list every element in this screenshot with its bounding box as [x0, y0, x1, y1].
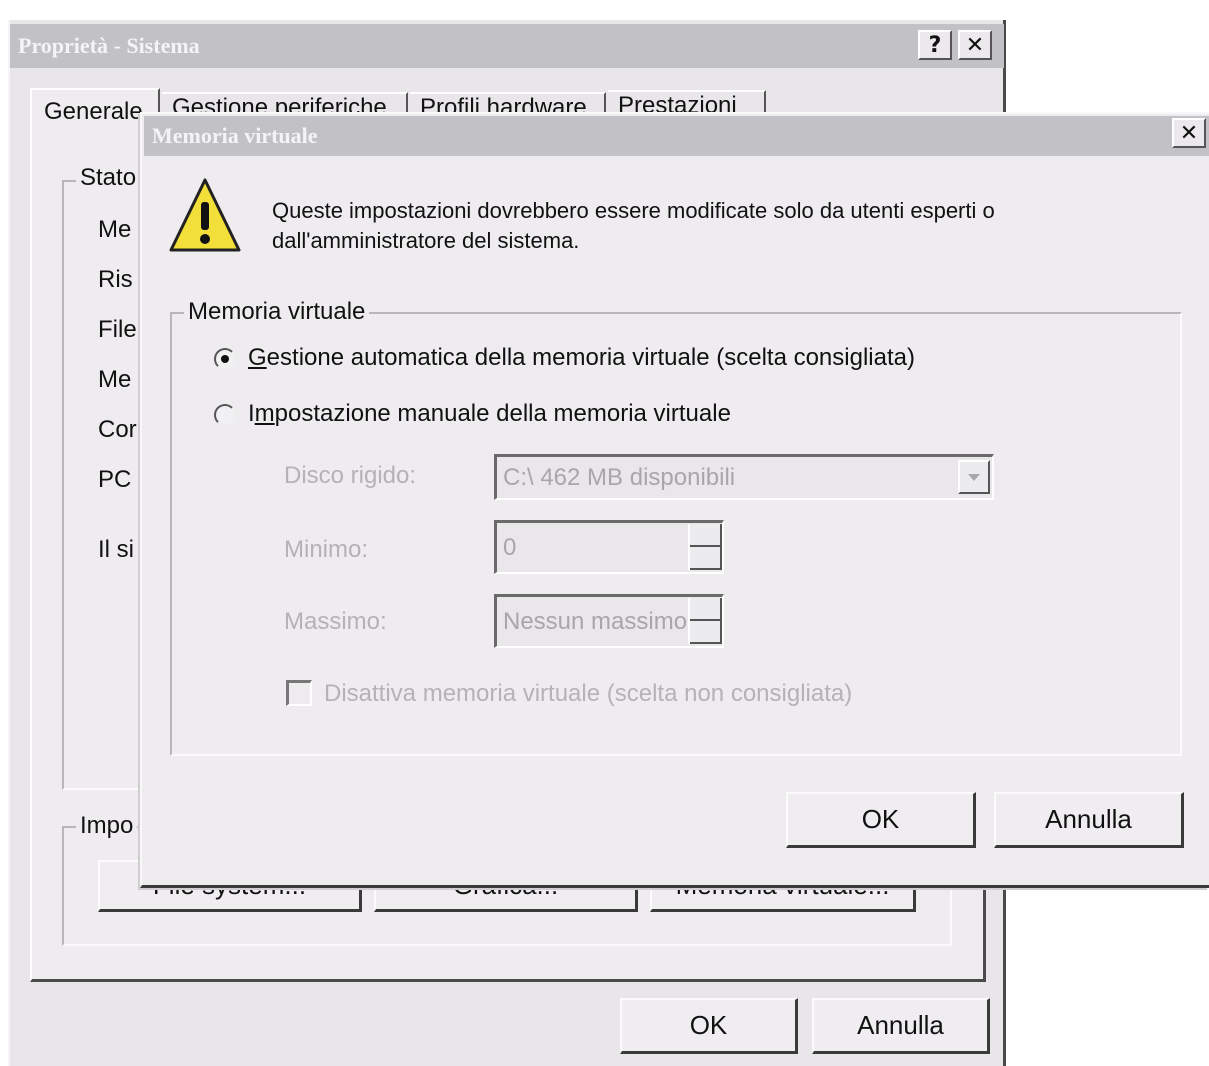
virtual-memory-group-label: Memoria virtuale — [184, 298, 370, 326]
virtual-memory-titlebar: Memoria virtuale — [144, 116, 1209, 156]
stato-row: Ris — [98, 266, 133, 293]
stato-row: Il si — [98, 536, 134, 563]
dialog-cancel-button[interactable]: Annulla — [994, 792, 1184, 848]
min-spinner[interactable] — [688, 524, 722, 570]
help-button[interactable]: ? — [918, 30, 952, 60]
stato-row: Me — [98, 366, 132, 393]
close-icon: ✕ — [1179, 120, 1199, 146]
dialog-close-button[interactable]: ✕ — [1172, 118, 1206, 148]
disk-select[interactable]: C:\ 462 MB disponibili — [494, 454, 994, 500]
system-properties-titlebar: Proprietà - Sistema — [10, 24, 1004, 68]
close-icon: ✕ — [965, 32, 985, 58]
stato-row: Cor — [98, 416, 137, 443]
spin-down-button[interactable] — [690, 621, 720, 644]
stato-row: PC — [98, 466, 132, 493]
warning-text-line2: dall'amministratore del sistema. — [272, 228, 580, 253]
stato-row: File — [98, 316, 137, 343]
manual-memory-label[interactable]: Impostazione manuale della memoria virtu… — [248, 400, 731, 428]
radio-selected-dot — [221, 355, 229, 363]
stato-group-label: Stato — [76, 164, 141, 192]
min-label: Minimo: — [284, 536, 369, 563]
auto-memory-label[interactable]: Gestione automatica della memoria virtua… — [248, 344, 915, 372]
disable-vm-checkbox[interactable] — [286, 680, 312, 706]
disable-vm-label: Disattiva memoria virtuale (scelta non c… — [324, 680, 853, 707]
disk-dropdown-button[interactable] — [958, 460, 990, 494]
system-cancel-button[interactable]: Annulla — [812, 998, 990, 1054]
disk-label: Disco rigido: — [284, 462, 417, 489]
dialog-ok-button[interactable]: OK — [786, 792, 976, 848]
auto-memory-radio[interactable] — [214, 348, 236, 370]
manual-memory-radio[interactable] — [214, 404, 236, 426]
spin-up-button[interactable] — [690, 598, 720, 621]
spin-up-button[interactable] — [690, 524, 720, 547]
system-properties-title: Proprietà - Sistema — [18, 33, 200, 58]
warning-text: Queste impostazioni dovrebbero essere mo… — [272, 196, 995, 256]
spin-down-button[interactable] — [690, 547, 720, 570]
system-ok-button[interactable]: OK — [620, 998, 798, 1054]
stato-row: Me — [98, 216, 132, 243]
impostazioni-group-label: Impo — [76, 812, 138, 840]
system-close-button[interactable]: ✕ — [958, 30, 992, 60]
virtual-memory-title: Memoria virtuale — [152, 123, 318, 148]
max-spinner[interactable] — [688, 598, 722, 644]
warning-icon — [168, 176, 242, 260]
chevron-down-icon — [968, 474, 980, 481]
warning-text-line1: Queste impostazioni dovrebbero essere mo… — [272, 198, 995, 223]
max-label: Massimo: — [284, 608, 387, 635]
